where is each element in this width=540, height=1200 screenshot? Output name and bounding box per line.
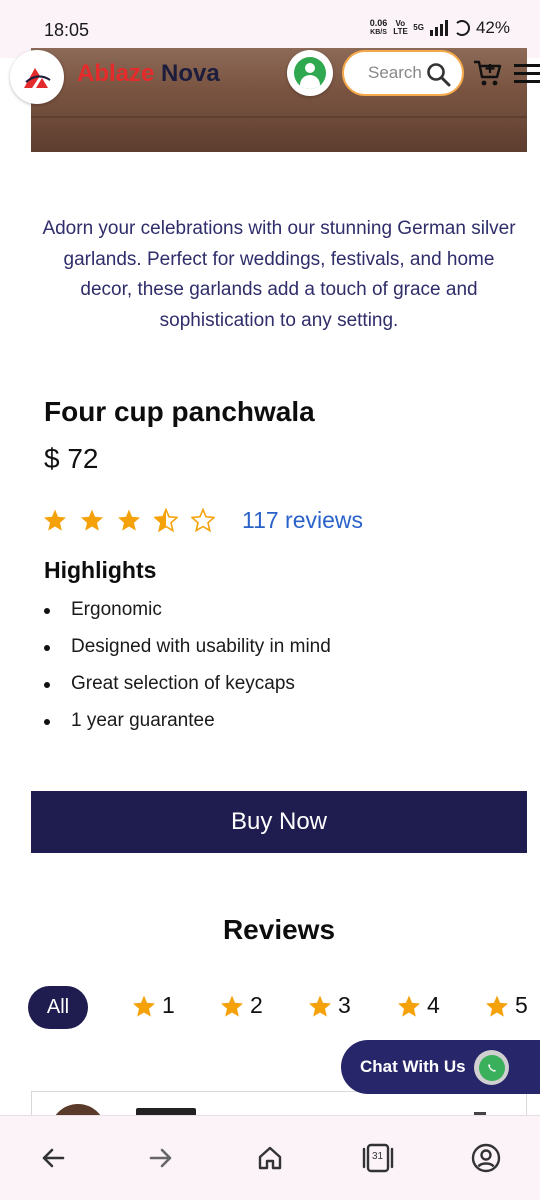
filter-3-star-button[interactable]: 3 — [308, 992, 351, 1019]
highlight-item: 1 year guarantee — [44, 706, 331, 743]
battery-icon — [453, 20, 470, 36]
star-icon — [221, 995, 243, 1017]
star-icon — [133, 995, 155, 1017]
menu-icon[interactable] — [514, 64, 540, 88]
buy-now-button[interactable]: Buy Now — [31, 791, 527, 853]
star-full-icon — [118, 509, 140, 531]
filter-label: 2 — [250, 992, 263, 1018]
chat-with-us-button[interactable]: Chat With Us — [341, 1040, 540, 1094]
cart-icon[interactable] — [472, 58, 502, 88]
rating-stars — [43, 508, 215, 532]
filter-label: 1 — [162, 992, 175, 1018]
status-icons: 0.06 KB/S Vo LTE 5G 42% — [370, 18, 510, 38]
review-filter-row: All 1 2 3 4 5 — [28, 986, 540, 1030]
filter-5-star-button[interactable]: 5 — [485, 992, 528, 1019]
star-half-icon — [154, 508, 178, 532]
net-speed-value: 0.06 — [369, 18, 388, 28]
filter-2-star-button[interactable]: 2 — [220, 992, 263, 1019]
filter-label: 5 — [515, 992, 528, 1018]
filter-label: 4 — [427, 992, 440, 1018]
tabs-icon[interactable]: 31 — [360, 1142, 396, 1174]
star-full-icon — [44, 509, 66, 531]
status-time: 18:05 — [44, 20, 90, 40]
tabs-count: 31 — [372, 1151, 384, 1162]
network-type: 5G — [413, 23, 424, 32]
signal-icon — [429, 20, 448, 36]
forward-icon[interactable] — [145, 1142, 177, 1174]
filter-4-star-button[interactable]: 4 — [397, 992, 440, 1019]
highlight-item: Great selection of keycaps — [44, 669, 331, 706]
star-icon — [486, 995, 508, 1017]
filter-label: 3 — [338, 992, 351, 1018]
highlight-item: Designed with usability in mind — [44, 632, 331, 669]
battery-percent: 42% — [475, 18, 510, 37]
star-icon — [398, 995, 420, 1017]
product-description: Adorn your celebrations with our stunnin… — [42, 218, 516, 331]
filter-all-button[interactable]: All — [28, 986, 88, 1029]
profile-button[interactable] — [287, 50, 333, 96]
search-input[interactable] — [368, 63, 428, 83]
net-speed-unit: KB/S — [370, 29, 387, 36]
highlight-item: Ergonomic — [44, 595, 331, 632]
volte-indicator: Vo LTE — [393, 19, 408, 36]
whatsapp-icon — [474, 1050, 509, 1085]
account-icon[interactable] — [470, 1142, 502, 1174]
search-box[interactable] — [342, 50, 464, 96]
highlights-list: Ergonomic Designed with usability in min… — [44, 595, 331, 743]
highlights-title: Highlights — [44, 557, 157, 583]
product-title: Four cup panchwala — [44, 396, 315, 427]
back-icon[interactable] — [37, 1142, 69, 1174]
home-icon[interactable] — [254, 1142, 286, 1174]
reviews-count-link[interactable]: 117 reviews — [242, 507, 363, 534]
browser-bottom-nav: 31 — [0, 1115, 540, 1200]
star-icon — [309, 995, 331, 1017]
star-full-icon — [81, 509, 103, 531]
search-icon[interactable] — [426, 62, 452, 88]
brand-part-1: Ablaze — [77, 60, 155, 87]
reviews-title: Reviews — [222, 914, 336, 945]
chat-label: Chat With Us — [360, 1057, 466, 1076]
star-empty-icon — [191, 508, 215, 532]
brand-part-2: Nova — [161, 60, 220, 87]
brand-name[interactable]: Ablaze Nova — [77, 60, 220, 88]
net-speed-indicator: 0.06 KB/S — [370, 19, 388, 37]
profile-icon — [294, 57, 326, 89]
filter-1-star-button[interactable]: 1 — [132, 992, 175, 1019]
logo-icon[interactable] — [10, 50, 64, 104]
product-price: $ 72 — [44, 443, 99, 474]
